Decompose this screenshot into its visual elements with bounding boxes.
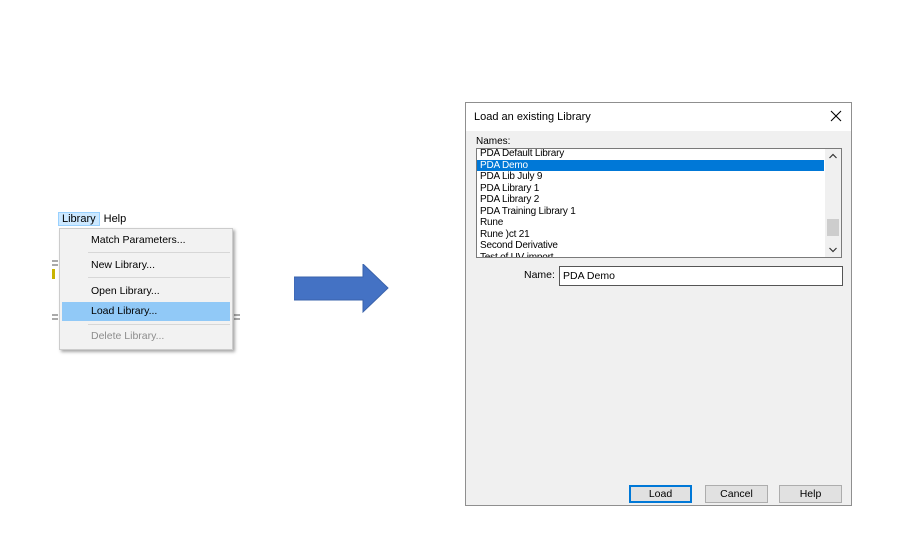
menu-separator — [88, 277, 230, 278]
cancel-button[interactable]: Cancel — [705, 485, 768, 503]
dialog-titlebar: Load an existing Library — [466, 103, 851, 131]
menu-item-new-library[interactable]: New Library... — [62, 256, 230, 275]
library-dropdown-menu: Match Parameters... New Library... Open … — [59, 228, 233, 350]
menu-library[interactable]: Library — [58, 211, 100, 226]
list-item[interactable]: Rune )ct 21 — [477, 229, 824, 241]
load-button[interactable]: Load — [629, 485, 692, 503]
list-item[interactable]: PDA Library 2 — [477, 194, 824, 206]
menu-separator — [88, 252, 230, 253]
list-item[interactable]: Second Derivative — [477, 240, 824, 252]
name-field[interactable]: PDA Demo — [559, 266, 843, 286]
menu-item-load-library[interactable]: Load Library... — [62, 302, 230, 321]
menu-help[interactable]: Help — [100, 212, 131, 226]
chevron-down-icon[interactable] — [825, 243, 841, 257]
library-list[interactable]: PDA Default Library PDA Demo PDA Lib Jul… — [476, 148, 842, 258]
menu-item-open-library[interactable]: Open Library... — [62, 282, 230, 301]
list-item[interactable]: PDA Lib July 9 — [477, 171, 824, 183]
list-item[interactable]: PDA Training Library 1 — [477, 206, 824, 218]
list-item[interactable]: Test of UV import — [477, 252, 824, 258]
list-item[interactable]: PDA Default Library — [477, 149, 824, 160]
menu-bar: Library Help — [58, 210, 130, 227]
names-label: Names: — [476, 136, 511, 147]
menu-item-delete-library: Delete Library... — [91, 330, 165, 342]
load-library-dialog: Load an existing Library Names: PDA Defa… — [465, 102, 852, 506]
dialog-title: Load an existing Library — [474, 111, 591, 123]
close-icon[interactable] — [827, 107, 845, 125]
help-button[interactable]: Help — [779, 485, 842, 503]
scrollbar-thumb[interactable] — [827, 219, 839, 236]
list-item-selected[interactable]: PDA Demo — [477, 159, 824, 171]
list-item[interactable]: PDA Library 1 — [477, 183, 824, 195]
right-arrow-icon — [294, 264, 389, 314]
list-item[interactable]: Rune — [477, 217, 824, 229]
menu-item-match-parameters[interactable]: Match Parameters... — [62, 231, 230, 250]
name-label: Name: — [524, 269, 555, 281]
menu-separator — [88, 324, 230, 325]
list-scrollbar[interactable] — [825, 149, 841, 257]
chevron-up-icon[interactable] — [825, 149, 841, 163]
